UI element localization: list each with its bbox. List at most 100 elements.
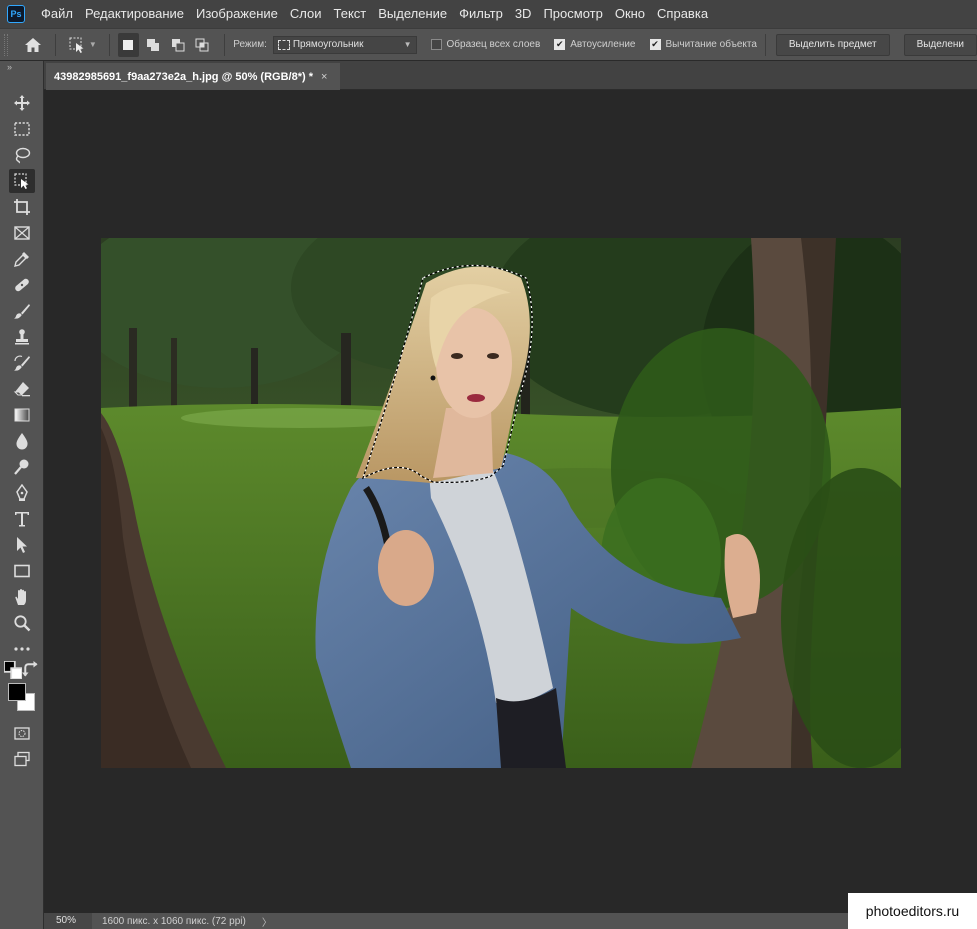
type-icon [15, 512, 29, 527]
object-selection-tool[interactable] [9, 169, 35, 193]
chevron-down-icon: ▼ [403, 40, 412, 49]
marquee-tool[interactable] [9, 117, 35, 141]
path-selection-tool[interactable] [9, 533, 35, 557]
menu-layers[interactable]: Слои [284, 0, 328, 28]
photoshop-logo-icon[interactable]: Ps [7, 5, 25, 23]
intersect-selection-icon [195, 38, 209, 51]
screen-mode-icon [14, 751, 30, 767]
menu-file[interactable]: Файл [35, 0, 79, 28]
object-selection-icon [14, 173, 29, 189]
move-tool[interactable] [9, 91, 35, 115]
select-subject-button[interactable]: Выделить предмет [775, 33, 890, 56]
path-selection-icon [17, 537, 27, 553]
eyedropper-tool[interactable] [9, 247, 35, 271]
menu-window[interactable]: Окно [609, 0, 651, 28]
lasso-tool[interactable] [9, 143, 35, 167]
crop-tool[interactable] [9, 195, 35, 219]
frame-tool[interactable] [9, 221, 35, 245]
menu-select[interactable]: Выделение [372, 0, 453, 28]
menu-help[interactable]: Справка [651, 0, 714, 28]
subtract-from-selection-button[interactable] [167, 33, 189, 57]
document-tab-title: 43982985691_f9aa273e2a_h.jpg @ 50% (RGB/… [54, 70, 313, 83]
mode-select-value: Прямоугольник [292, 39, 364, 50]
status-menu-arrow-icon[interactable]: 〉 [262, 914, 272, 929]
chevron-down-icon: ▼ [88, 40, 97, 49]
intersect-selection-button[interactable] [192, 33, 214, 57]
history-brush-icon [14, 355, 30, 371]
checkbox-checked[interactable]: ✔ [554, 39, 566, 50]
quick-mask-icon [14, 727, 30, 740]
hand-tool[interactable] [9, 585, 35, 609]
canvas-workspace[interactable] [44, 90, 977, 913]
pen-tool[interactable] [9, 481, 35, 505]
screen-mode-button[interactable] [9, 747, 35, 771]
add-selection-icon [147, 38, 160, 51]
auto-enhance-checkbox[interactable]: ✔ Автоусиление [554, 39, 636, 50]
object-subtract-checkbox[interactable]: ✔ Вычитание объекта [649, 39, 757, 50]
checkbox-checked[interactable]: ✔ [649, 39, 661, 50]
healing-brush-icon [15, 278, 29, 292]
sample-all-layers-label: Образец всех слоев [446, 39, 541, 50]
eraser-tool[interactable] [9, 377, 35, 401]
menu-3d[interactable]: 3D [509, 0, 538, 28]
menu-edit[interactable]: Редактирование [79, 0, 190, 28]
default-colors-icon[interactable] [4, 661, 22, 679]
sample-all-layers-checkbox[interactable]: Образец всех слоев [430, 39, 541, 50]
type-tool[interactable] [9, 507, 35, 531]
lasso-icon [15, 147, 31, 164]
menu-bar: Ps Файл Редактирование Изображение Слои … [0, 0, 977, 28]
dodge-tool[interactable] [9, 455, 35, 479]
menu-view[interactable]: Просмотр [537, 0, 608, 28]
crop-icon [14, 199, 30, 215]
more-tools-icon [14, 647, 30, 651]
rectangle-tool[interactable] [9, 559, 35, 583]
close-icon[interactable]: × [321, 71, 327, 83]
pen-icon [16, 484, 28, 501]
dodge-icon [14, 459, 29, 475]
history-brush-tool[interactable] [9, 351, 35, 375]
brush-icon [14, 304, 30, 319]
blur-icon [16, 433, 28, 450]
photo-girl-in-park [101, 238, 901, 768]
menu-type[interactable]: Текст [328, 0, 373, 28]
mode-select[interactable]: Прямоугольник ▼ [272, 35, 417, 54]
menu-filter[interactable]: Фильтр [453, 0, 509, 28]
healing-brush-tool[interactable] [9, 273, 35, 297]
new-selection-icon [123, 39, 134, 50]
collapse-panel-icon[interactable]: » [0, 61, 43, 73]
auto-enhance-label: Автоусиление [570, 39, 636, 50]
add-to-selection-button[interactable] [142, 33, 164, 57]
quick-mask-button[interactable] [9, 721, 35, 745]
zoom-tool[interactable] [9, 611, 35, 635]
separator [108, 33, 110, 56]
color-controls [4, 661, 40, 679]
mode-label: Режим: [233, 39, 267, 50]
home-button[interactable] [20, 32, 47, 58]
marquee-icon [14, 122, 30, 136]
swap-colors-icon[interactable] [22, 661, 40, 679]
brush-tool[interactable] [9, 299, 35, 323]
object-selection-preset-icon [69, 37, 84, 53]
frame-icon [14, 226, 30, 240]
move-icon [14, 95, 30, 111]
clone-stamp-tool[interactable] [9, 325, 35, 349]
status-bar: 50% 1600 пикс. x 1060 пикс. (72 ppi) 〉 [44, 913, 977, 929]
options-bar-grip[interactable] [4, 33, 8, 56]
menu-image[interactable]: Изображение [190, 0, 284, 28]
new-selection-button[interactable] [117, 32, 140, 57]
select-and-mask-button[interactable]: Выделени [903, 33, 977, 56]
zoom-level[interactable]: 50% [44, 913, 92, 929]
blur-tool[interactable] [9, 429, 35, 453]
tool-preset-picker[interactable]: ▼ [64, 32, 101, 58]
foreground-color-swatch[interactable] [8, 683, 26, 701]
rectangle-mode-icon [277, 39, 290, 50]
document-image[interactable] [101, 238, 901, 768]
checkbox-box[interactable] [430, 39, 442, 50]
document-tab[interactable]: 43982985691_f9aa273e2a_h.jpg @ 50% (RGB/… [46, 63, 340, 90]
gradient-tool[interactable] [9, 403, 35, 427]
more-tools-button[interactable] [9, 637, 35, 661]
clone-stamp-icon [15, 329, 29, 345]
hand-icon [15, 589, 26, 605]
color-swatches [8, 683, 38, 713]
eraser-icon [13, 382, 30, 397]
